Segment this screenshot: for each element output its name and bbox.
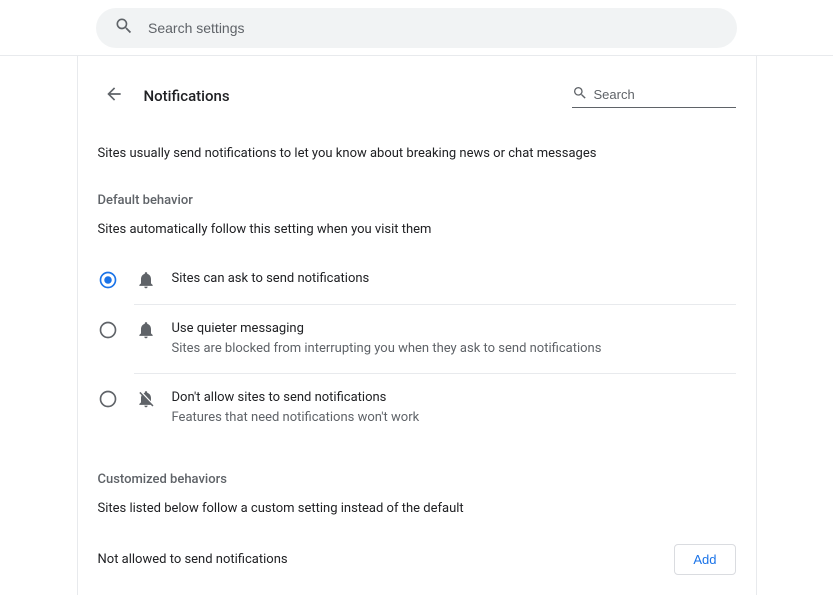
option-desc: Sites are blocked from interrupting you … <box>172 339 602 359</box>
inline-search[interactable] <box>572 85 736 108</box>
section-title: Default behavior <box>98 193 736 208</box>
inline-search-input[interactable] <box>594 87 736 102</box>
arrow-left-icon <box>104 84 124 108</box>
page-title: Notifications <box>144 87 230 105</box>
search-icon <box>114 16 134 40</box>
section-title: Customized behaviors <box>98 472 736 487</box>
option-title: Sites can ask to send notifications <box>172 269 370 289</box>
radio-selected-icon <box>98 270 118 290</box>
search-settings-input[interactable] <box>148 20 719 36</box>
not-allowed-row: Not allowed to send notifications Add <box>98 544 736 575</box>
panel-header: Notifications <box>98 76 736 116</box>
radio-option-dont-allow[interactable]: Don't allow sites to send notifications … <box>98 374 736 442</box>
radio-unselected-icon <box>98 389 118 409</box>
search-icon <box>572 85 594 105</box>
intro-text: Sites usually send notifications to let … <box>98 146 736 161</box>
top-search-bar <box>0 0 833 56</box>
section-subtitle: Sites listed below follow a custom setti… <box>98 501 736 516</box>
radio-option-ask[interactable]: Sites can ask to send notifications <box>98 255 736 304</box>
bell-icon <box>136 320 156 340</box>
not-allowed-label: Not allowed to send notifications <box>98 552 288 567</box>
option-desc: Features that need notifications won't w… <box>172 408 420 428</box>
option-title: Use quieter messaging <box>172 319 602 339</box>
bell-icon <box>136 270 156 290</box>
add-button[interactable]: Add <box>674 544 735 575</box>
radio-option-quieter[interactable]: Use quieter messaging Sites are blocked … <box>98 305 736 373</box>
back-button[interactable] <box>98 80 130 112</box>
option-title: Don't allow sites to send notifications <box>172 388 420 408</box>
settings-panel: Notifications Sites usually send notific… <box>77 56 757 595</box>
default-behavior-section: Default behavior Sites automatically fol… <box>98 193 736 442</box>
radio-unselected-icon <box>98 320 118 340</box>
bell-off-icon <box>136 389 156 409</box>
search-settings-box[interactable] <box>96 8 737 48</box>
section-subtitle: Sites automatically follow this setting … <box>98 222 736 237</box>
radio-group: Sites can ask to send notifications Use … <box>98 255 736 442</box>
customized-behaviors-section: Customized behaviors Sites listed below … <box>98 472 736 575</box>
